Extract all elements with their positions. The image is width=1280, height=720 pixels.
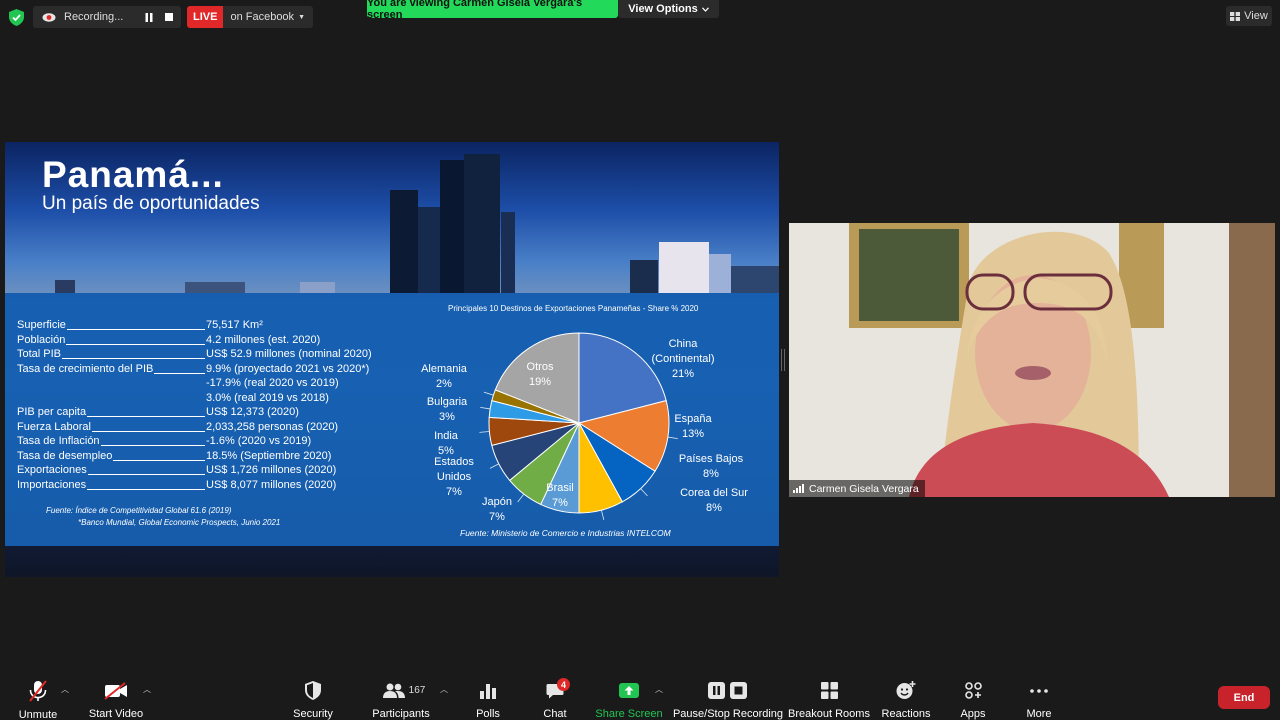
recording-indicator: Recording... [33, 6, 181, 28]
stop-icon [165, 13, 173, 21]
pie-leader-line [600, 510, 605, 520]
participant-name: Carmen Gisela Vergara [809, 482, 919, 495]
smiley-plus-icon [892, 680, 920, 701]
live-target-label: on Facebook [230, 11, 295, 23]
view-options-button[interactable]: View Options [618, 0, 719, 18]
pie-slice-label: Países Bajos 8% [678, 453, 744, 480]
chat-button[interactable]: 4 Chat [540, 678, 570, 720]
chat-unread-badge: 4 [557, 678, 570, 691]
split-view-divider[interactable] [781, 349, 785, 371]
participants-label: Participants [372, 708, 430, 720]
unmute-label: Unmute [18, 709, 58, 720]
pie-leader-line [480, 406, 491, 410]
shield-icon[interactable] [9, 9, 24, 26]
pie-leader-line [479, 431, 490, 433]
security-button[interactable]: Security [288, 680, 338, 720]
view-label: View [1244, 10, 1268, 22]
polls-label: Polls [476, 708, 500, 720]
pie-leader-line [489, 463, 499, 469]
reactions-button[interactable]: Reactions [882, 680, 930, 720]
security-label: Security [293, 708, 333, 720]
share-screen-caret-icon[interactable]: ︿ [655, 684, 663, 695]
audio-options-caret-icon[interactable]: ︿ [61, 684, 69, 695]
breakout-rooms-icon [815, 680, 843, 701]
pie-slice-label: Estados Unidos 7% [434, 456, 474, 498]
more-label: More [1026, 708, 1052, 720]
chat-bubble-icon: 4 [541, 678, 570, 701]
pause-stop-recording-button[interactable]: Pause/Stop Recording [672, 680, 784, 720]
participants-count: 167 [408, 685, 426, 696]
security-shield-icon [299, 680, 327, 701]
shared-screen: Panamá... Un país de oportunidades Super… [5, 142, 779, 577]
viewing-screen-banner: You are viewing Carmen Gisela Vergara's … [367, 0, 618, 21]
video-off-icon [102, 680, 130, 701]
chat-label: Chat [543, 708, 567, 720]
start-video-label: Start Video [88, 708, 144, 720]
view-button[interactable]: View [1226, 6, 1272, 26]
pie-leader-line [517, 493, 525, 503]
participants-icon: 167 [371, 680, 431, 701]
end-meeting-button[interactable]: End [1218, 686, 1270, 709]
pause-recording-button[interactable] [141, 9, 157, 25]
share-screen-icon [615, 680, 643, 701]
pause-stop-recording-icon [706, 680, 750, 701]
pie-leader-line [640, 488, 648, 497]
pie-leader-line [483, 391, 494, 396]
pie-slice-label: Corea del Sur 8% [680, 487, 748, 514]
share-screen-button[interactable]: Share Screen [595, 680, 663, 720]
apps-label: Apps [960, 708, 986, 720]
polls-button[interactable]: Polls [472, 680, 504, 720]
polls-bar-chart-icon [474, 680, 502, 701]
pie-slice-label: Bulgaria 3% [426, 396, 468, 423]
participant-video [789, 223, 1275, 497]
pie-slice-label: España 13% [674, 413, 712, 440]
share-screen-label: Share Screen [595, 708, 663, 720]
live-badge: LIVE [187, 6, 224, 28]
more-dots-icon [1025, 680, 1053, 701]
pie-slice-label: Brasil 7% [546, 482, 574, 509]
zoom-meeting-window: Recording... LIVE on Facebook ▼ You are … [0, 0, 1280, 720]
pie-slice-label: Alemania 2% [421, 363, 467, 390]
pie-slice-label: China (Continental) 21% [651, 338, 715, 380]
chevron-down-icon [701, 6, 709, 12]
start-video-button[interactable]: Start Video [87, 680, 145, 720]
unmute-button[interactable]: Unmute [14, 680, 62, 720]
pie-slice-label: Japón 7% [482, 496, 512, 523]
chart-source: Fuente: Ministerio de Comercio e Industr… [460, 528, 671, 538]
grid-view-icon [1230, 11, 1241, 21]
recording-label: Recording... [64, 11, 124, 23]
stop-recording-button[interactable] [161, 9, 177, 25]
cloud-recording-icon [42, 13, 56, 22]
live-stream-indicator[interactable]: LIVE on Facebook ▼ [187, 6, 313, 28]
breakout-rooms-button[interactable]: Breakout Rooms [788, 680, 870, 720]
pie-slice-label: Otros 19% [526, 361, 554, 388]
pie-slice-label: India 5% [434, 430, 458, 457]
participants-caret-icon[interactable]: ︿ [440, 684, 448, 695]
signal-strength-icon [793, 484, 804, 493]
more-button[interactable]: More [1023, 680, 1055, 720]
participants-button[interactable]: 167 Participants [368, 680, 434, 720]
pause-icon [145, 12, 153, 22]
participant-name-tag: Carmen Gisela Vergara [789, 480, 925, 497]
meeting-toolbar: Unmute ︿ Start Video ︿ Security 167 Part… [0, 672, 1280, 720]
participant-video-tile[interactable]: Carmen Gisela Vergara [789, 223, 1275, 497]
view-options-label: View Options [628, 3, 698, 15]
apps-icon [959, 680, 987, 701]
live-target: on Facebook ▼ [223, 6, 313, 28]
video-options-caret-icon[interactable]: ︿ [143, 684, 151, 695]
breakout-rooms-label: Breakout Rooms [788, 708, 870, 720]
apps-button[interactable]: Apps [957, 680, 989, 720]
muted-mic-icon [24, 680, 52, 702]
caret-down-icon: ▼ [298, 13, 305, 21]
pause-stop-recording-label: Pause/Stop Recording [672, 708, 784, 720]
reactions-label: Reactions [881, 708, 931, 720]
